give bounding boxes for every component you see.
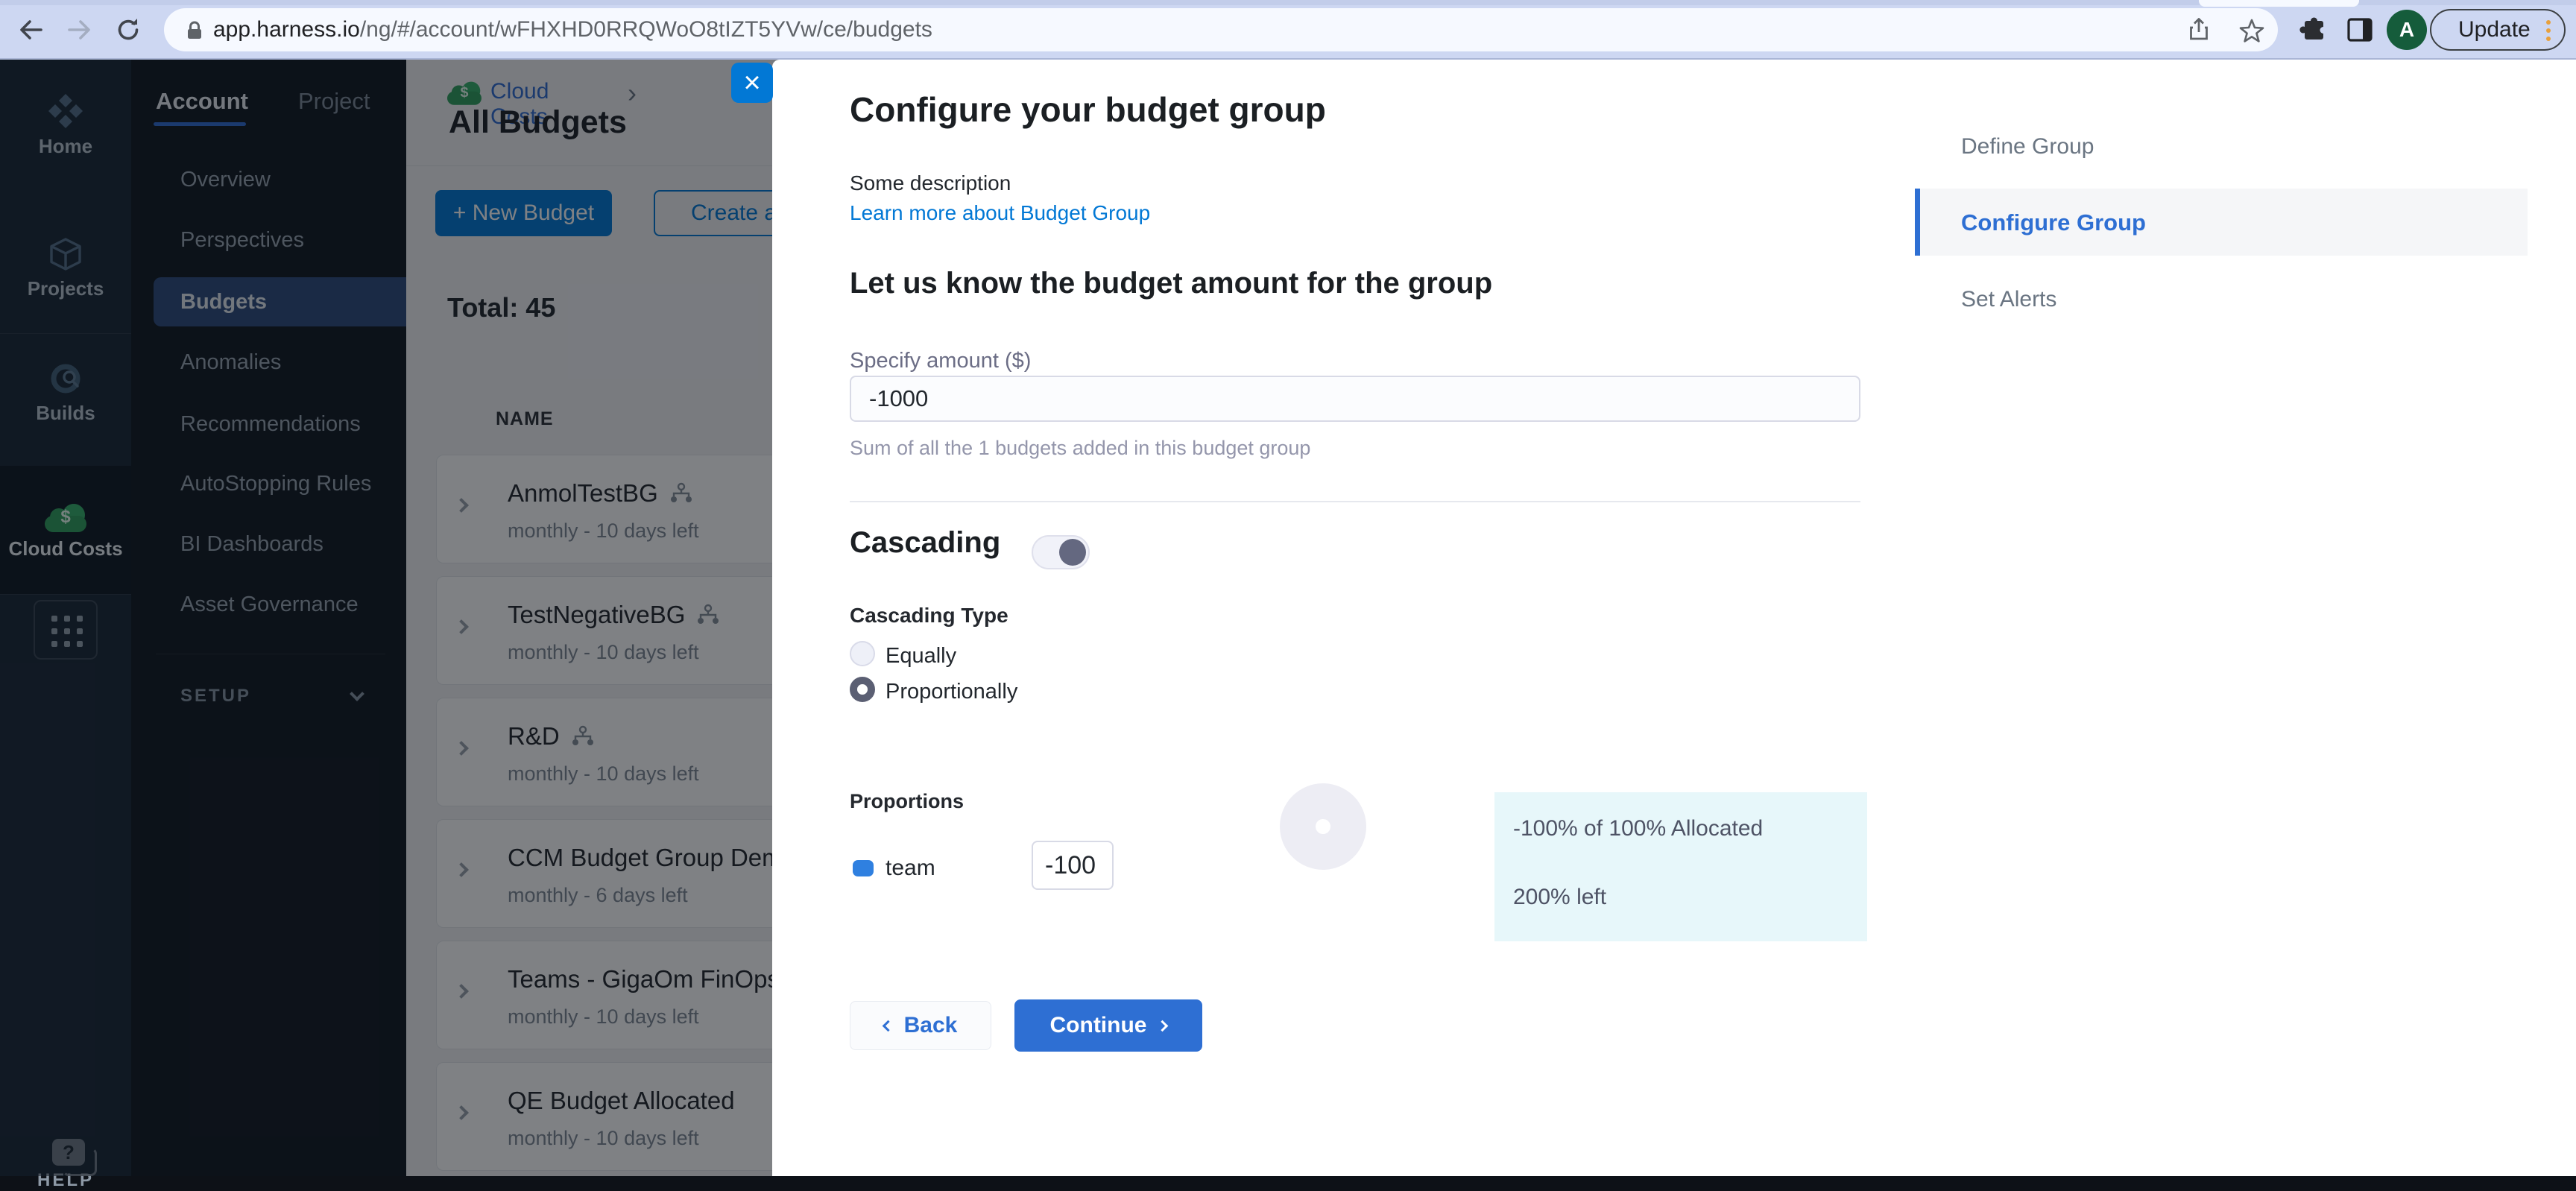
close-icon: × — [743, 66, 761, 99]
browser-toolbar: app.harness.io/ng/#/account/wFHXHD0RRQWo… — [0, 0, 2576, 60]
radio-proportionally[interactable] — [850, 677, 875, 702]
modal-description: Some description — [850, 171, 1011, 195]
extensions-puzzle-icon[interactable] — [2296, 13, 2329, 46]
chevron-right-icon — [1157, 1020, 1169, 1032]
amount-helper-text: Sum of all the 1 budgets added in this b… — [850, 437, 1311, 459]
team-proportion-input[interactable] — [1032, 841, 1114, 890]
url-bar[interactable]: app.harness.io/ng/#/account/wFHXHD0RRQWo… — [164, 8, 2278, 51]
amount-input[interactable] — [850, 376, 1860, 422]
cascading-type-label: Cascading Type — [850, 604, 1008, 627]
reload-icon[interactable] — [113, 15, 143, 45]
continue-button[interactable]: Continue — [1014, 999, 1202, 1052]
team-series-dot — [853, 860, 874, 876]
proportions-heading: Proportions — [850, 790, 964, 812]
modal-close-button[interactable]: × — [731, 63, 773, 103]
share-icon[interactable] — [2185, 16, 2212, 43]
url-text: app.harness.io/ng/#/account/wFHXHD0RRQWo… — [213, 8, 932, 51]
left-text: 200% left — [1513, 885, 1607, 909]
cascading-heading: Cascading — [850, 526, 1001, 559]
section-divider — [850, 501, 1860, 502]
radio-proportionally-label[interactable]: Proportionally — [886, 680, 1017, 704]
proportion-row-label: team — [886, 856, 935, 880]
tab-edge — [2199, 0, 2359, 7]
browser-menu-kebab-icon[interactable] — [2546, 20, 2551, 45]
chevron-left-icon — [882, 1020, 894, 1032]
cascading-toggle[interactable] — [1032, 535, 1090, 569]
forward-icon[interactable] — [64, 15, 94, 45]
step-configure-group[interactable]: Configure Group — [1961, 209, 2146, 236]
step-set-alerts[interactable]: Set Alerts — [1961, 287, 2056, 312]
amount-label: Specify amount ($) — [850, 349, 1032, 373]
back-icon[interactable] — [16, 15, 46, 45]
toggle-knob — [1059, 539, 1086, 566]
step-define-group[interactable]: Define Group — [1961, 134, 2094, 159]
amount-section-heading: Let us know the budget amount for the gr… — [850, 267, 1493, 300]
back-button[interactable]: Back — [850, 1001, 991, 1050]
side-panel-icon[interactable] — [2343, 13, 2376, 46]
configure-budget-group-modal: Configure your budget group Some descrip… — [772, 60, 2576, 1176]
radio-equally-label[interactable]: Equally — [886, 644, 956, 669]
allocation-summary-box: -100% of 100% Allocated 200% left — [1494, 792, 1867, 941]
url-path: /ng/#/account/wFHXHD0RRQWoO8tIZT5YVw/ce/… — [359, 17, 932, 42]
update-label: Update — [2458, 17, 2531, 42]
radio-equally[interactable] — [850, 641, 875, 666]
learn-more-link[interactable]: Learn more about Budget Group — [850, 201, 1150, 225]
modal-title: Configure your budget group — [850, 90, 1326, 129]
bookmark-star-icon[interactable] — [2238, 16, 2266, 45]
update-button[interactable]: Update — [2430, 9, 2566, 51]
lock-icon — [188, 21, 201, 39]
profile-avatar[interactable]: A — [2387, 10, 2427, 50]
allocation-donut-chart — [1280, 783, 1366, 870]
url-domain: app.harness.io — [213, 17, 360, 42]
allocated-text: -100% of 100% Allocated — [1513, 816, 1764, 841]
